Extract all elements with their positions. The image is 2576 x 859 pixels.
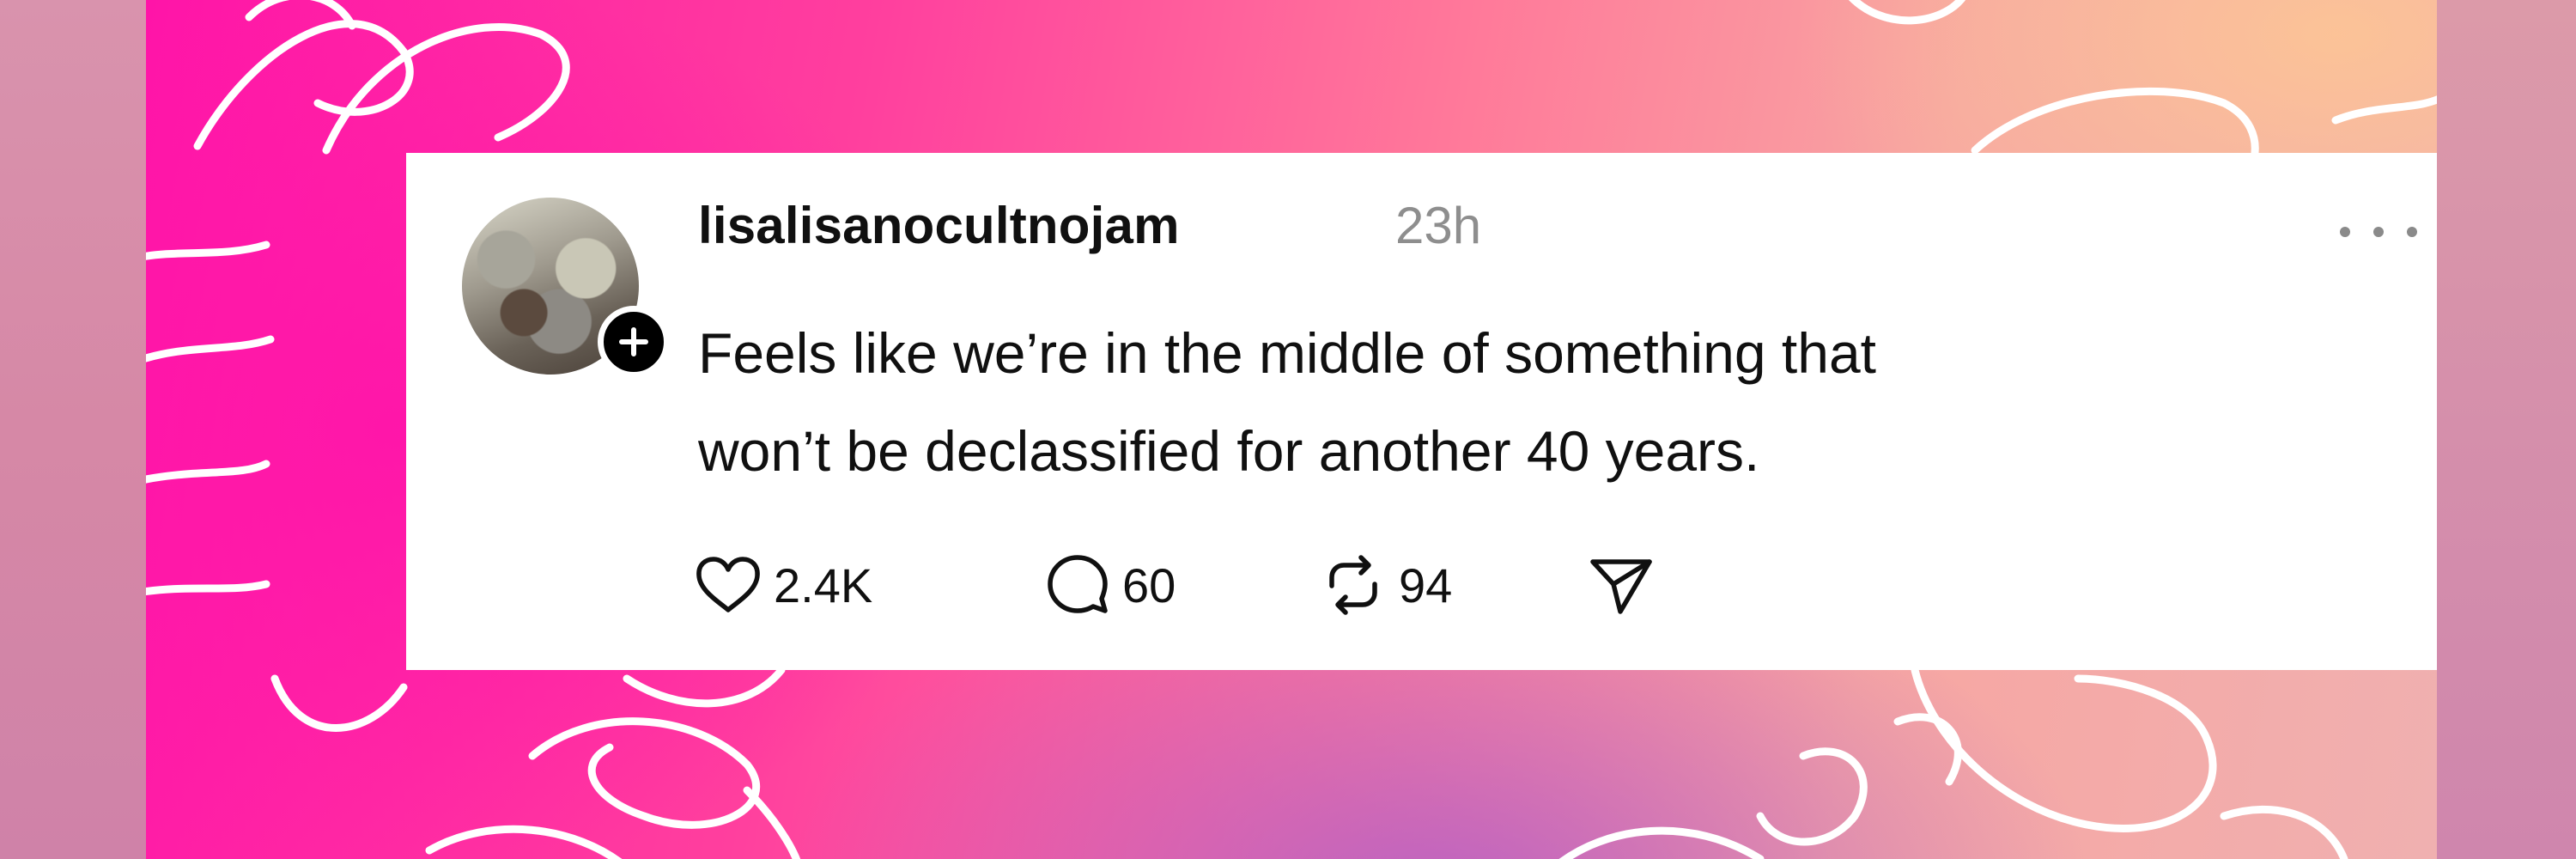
repost-button[interactable]: 94 — [1320, 546, 1452, 624]
doodle-left-1 — [146, 241, 270, 260]
repost-icon — [1329, 555, 1377, 615]
comment-button[interactable]: 60 — [1045, 546, 1176, 624]
doodle-bottom-1 — [270, 674, 408, 732]
follow-button[interactable] — [598, 306, 670, 378]
repost-count: 94 — [1399, 557, 1453, 612]
doodle-loop-1 — [193, 20, 414, 150]
post-card[interactable]: lisalisanocultnojam 23h Feels like we’re… — [406, 153, 2437, 670]
right-blur-margin — [2437, 0, 2576, 859]
more-options-button[interactable] — [2340, 215, 2417, 249]
heart-icon — [696, 557, 760, 612]
comment-bubble-icon — [1048, 555, 1108, 613]
doodle-loop-2 — [322, 23, 570, 155]
comment-count: 60 — [1122, 557, 1176, 612]
gradient-background: lisalisanocultnojam 23h Feels like we’re… — [146, 0, 2437, 859]
more-dots-icon — [2373, 227, 2384, 237]
post-text-line: won’t be declassified for another 40 yea… — [698, 419, 1760, 483]
plus-icon — [619, 327, 648, 356]
like-button[interactable]: 2.4K — [695, 546, 872, 624]
doodle-top-right-4 — [2331, 95, 2437, 125]
share-button[interactable] — [1588, 546, 1655, 624]
post-text-line: Feels like we’re in the middle of someth… — [698, 321, 1877, 385]
more-dots-icon — [2340, 227, 2350, 237]
screenshot-canvas: lisalisanocultnojam 23h Feels like we’re… — [0, 0, 2576, 859]
doodle-bottom-right-1 — [1911, 666, 2217, 832]
doodle-left-2 — [146, 335, 275, 362]
post-body: Feels like we’re in the middle of someth… — [698, 304, 2330, 500]
doodle-bottom-6 — [1558, 826, 1765, 859]
send-icon — [1590, 559, 1652, 614]
doodle-bottom-2 — [528, 717, 761, 829]
doodle-bottom-8 — [1893, 713, 1962, 786]
doodle-bottom-3 — [623, 666, 786, 708]
doodle-bottom-5 — [425, 825, 623, 859]
post-username[interactable]: lisalisanocultnojam — [698, 196, 1180, 255]
doodle-bottom-4 — [743, 786, 801, 859]
like-count: 2.4K — [774, 557, 873, 612]
more-dots-icon — [2407, 227, 2417, 237]
doodle-bottom-right-2 — [2220, 805, 2348, 859]
left-blur-margin — [0, 0, 146, 859]
doodle-top-right-1 — [1849, 0, 1965, 25]
doodle-left-3 — [146, 460, 270, 484]
doodle-bottom-7 — [1756, 747, 1868, 846]
post-timestamp: 23h — [1395, 197, 1482, 254]
doodle-left-4 — [146, 580, 270, 596]
